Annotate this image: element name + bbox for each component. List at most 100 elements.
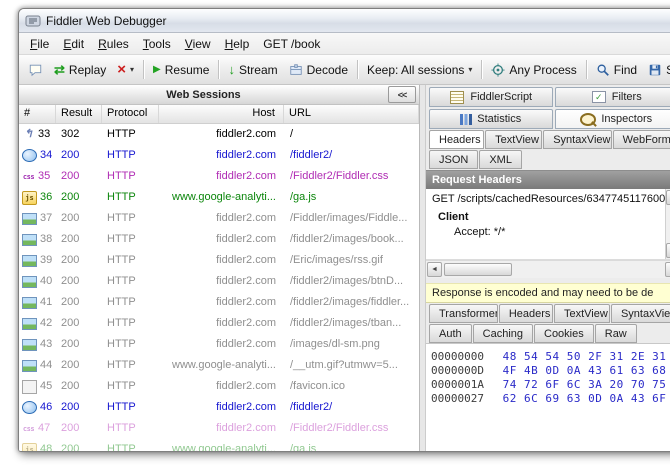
menu-item[interactable]: View (178, 35, 218, 53)
tab-json[interactable]: JSON (429, 150, 478, 169)
tab-webforms[interactable]: WebForms (613, 130, 670, 149)
session-host: fiddler2.com (159, 376, 284, 397)
hex-offset: 00000000 (431, 350, 484, 363)
column-header-number[interactable]: # (19, 105, 56, 123)
image-icon (22, 360, 37, 372)
session-row[interactable]: 34 200 HTTP fiddler2.com /fiddler2/ (19, 145, 419, 166)
menu-item[interactable]: GET /book (256, 35, 327, 53)
inspectors-panel: FiddlerScript Filters Statistics Inspect… (426, 85, 670, 451)
tab-fiddlerscript[interactable]: FiddlerScript (429, 87, 553, 107)
titlebar[interactable]: Fiddler Web Debugger (19, 9, 670, 33)
session-protocol: HTTP (102, 187, 159, 208)
column-header-protocol[interactable]: Protocol (102, 105, 159, 123)
tab-statistics[interactable]: Statistics (429, 109, 553, 129)
request-headers-view[interactable]: GET /scripts/cachedResources/63477451176… (426, 189, 670, 260)
tab-caching[interactable]: Caching (473, 324, 533, 343)
tab-transformer[interactable]: Transformer (429, 304, 498, 323)
tab-textview[interactable]: TextView (485, 130, 542, 149)
find-button[interactable]: Find (591, 61, 642, 79)
hex-bytes: 48 54 54 50 2F 31 2E 31 20 (503, 350, 670, 363)
tab-inspectors[interactable]: Inspectors (555, 109, 670, 129)
session-host: fiddler2.com (159, 145, 284, 166)
session-protocol: HTTP (102, 208, 159, 229)
window-title: Fiddler Web Debugger (46, 14, 167, 28)
hex-bytes: 62 6C 69 63 0D 0A 43 6F 6E (503, 392, 670, 405)
session-row[interactable]: 38 200 HTTP fiddler2.com /fiddler2/image… (19, 229, 419, 250)
scroll-right-button[interactable]: ► (665, 262, 670, 277)
session-url: /favicon.ico (284, 376, 419, 397)
keep-sessions-dropdown[interactable]: Keep: All sessions ▾ (362, 61, 477, 79)
menu-item[interactable]: Tools (136, 35, 178, 53)
comment-button[interactable] (23, 61, 48, 79)
request-client-group[interactable]: Client (426, 208, 670, 225)
request-horizontal-scrollbar[interactable]: ◄ ► (426, 260, 670, 278)
session-number: 39 (40, 250, 52, 271)
scroll-down-button[interactable]: ▼ (666, 243, 670, 258)
menu-item[interactable]: File (23, 35, 56, 53)
tab-textview[interactable]: TextView (554, 304, 610, 323)
session-row[interactable]: 39 200 HTTP fiddler2.com /Eric/images/rs… (19, 250, 419, 271)
session-host: fiddler2.com (159, 418, 284, 439)
encoding-notice-bar[interactable]: Response is encoded and may need to be d… (426, 283, 670, 303)
session-row[interactable]: 45 200 HTTP fiddler2.com /favicon.ico (19, 376, 419, 397)
column-header-result[interactable]: Result (56, 105, 102, 123)
save-button[interactable]: Save (643, 61, 670, 79)
session-row[interactable]: 43 200 HTTP fiddler2.com /images/dl-sm.p… (19, 334, 419, 355)
session-number: 37 (40, 208, 52, 229)
resume-button[interactable]: ▶ Resume (148, 61, 214, 79)
session-result: 200 (56, 334, 102, 355)
toolbar-separator (357, 60, 358, 79)
tab-cookies[interactable]: Cookies (534, 324, 594, 343)
session-row[interactable]: 44 200 HTTP www.google-analyti... /__utm… (19, 355, 419, 376)
tab-headers[interactable]: Headers (499, 304, 553, 323)
session-host: fiddler2.com (159, 208, 284, 229)
tab-raw[interactable]: Raw (595, 324, 637, 343)
tab-syntaxview[interactable]: SyntaxView (611, 304, 670, 323)
session-list[interactable]: 33 302 HTTP fiddler2.com / 34 200 HTTP f… (19, 124, 419, 451)
hex-view[interactable]: 00000000 48 54 54 50 2F 31 2E 31 20 0000… (426, 343, 670, 451)
session-number-cell: 46 (19, 397, 56, 418)
tab-headers[interactable]: Headers (429, 130, 484, 149)
menu-item[interactable]: Rules (91, 35, 136, 53)
replay-button[interactable]: ⇄ Replay (49, 61, 111, 79)
session-row[interactable]: 47 200 HTTP fiddler2.com /Fiddler2/Fiddl… (19, 418, 419, 439)
stream-button[interactable]: ↓ Stream (223, 61, 282, 79)
session-row[interactable]: 35 200 HTTP fiddler2.com /Fiddler2/Fiddl… (19, 166, 419, 187)
menu-item[interactable]: Help (218, 35, 257, 53)
session-number: 45 (40, 376, 52, 397)
session-row[interactable]: 48 200 HTTP www.google-analyti... /ga.js (19, 439, 419, 451)
tab-syntaxview[interactable]: SyntaxView (543, 130, 611, 149)
tab-xml[interactable]: XML (479, 150, 522, 169)
session-row[interactable]: 37 200 HTTP fiddler2.com /Fiddler/images… (19, 208, 419, 229)
session-number: 46 (40, 397, 52, 418)
collapse-panel-button[interactable]: << (388, 86, 416, 103)
session-result: 200 (56, 145, 102, 166)
main-tab-row-2: Statistics Inspectors (426, 107, 670, 129)
menu-item[interactable]: Edit (56, 35, 91, 53)
session-row[interactable]: 36 200 HTTP www.google-analyti... /ga.js (19, 187, 419, 208)
session-row[interactable]: 33 302 HTTP fiddler2.com / (19, 124, 419, 145)
session-row[interactable]: 46 200 HTTP fiddler2.com /fiddler2/ (19, 397, 419, 418)
any-process-button[interactable]: Any Process (486, 61, 581, 79)
toolbar: ⇄ Replay × ▾ ▶ Resume ↓ Stream Decode Ke (19, 55, 670, 85)
request-header-item[interactable]: Accept: */* (426, 225, 670, 239)
scroll-left-button[interactable]: ◄ (427, 262, 442, 277)
tab-filters[interactable]: Filters (555, 87, 670, 107)
session-row[interactable]: 40 200 HTTP fiddler2.com /fiddler2/image… (19, 271, 419, 292)
remove-sessions-button[interactable]: × ▾ (112, 60, 139, 79)
generic-icon (22, 380, 37, 394)
column-header-host[interactable]: Host (159, 105, 284, 123)
session-row[interactable]: 41 200 HTTP fiddler2.com /fiddler2/image… (19, 292, 419, 313)
request-vertical-scrollbar[interactable]: ▲ ▼ (665, 189, 670, 259)
column-header-url[interactable]: URL (284, 105, 419, 123)
scrollbar-thumb[interactable] (444, 263, 512, 276)
decode-button[interactable]: Decode (284, 61, 353, 79)
inspectors-icon (580, 113, 596, 126)
session-row[interactable]: 42 200 HTTP fiddler2.com /fiddler2/image… (19, 313, 419, 334)
scroll-up-button[interactable]: ▲ (666, 190, 670, 205)
session-url: /ga.js (284, 187, 419, 208)
hex-rows: 00000000 48 54 54 50 2F 31 2E 31 20 0000… (431, 350, 670, 406)
tab-auth[interactable]: Auth (429, 324, 472, 343)
hex-row: 00000000 48 54 54 50 2F 31 2E 31 20 (431, 350, 670, 364)
session-number: 34 (40, 145, 52, 166)
